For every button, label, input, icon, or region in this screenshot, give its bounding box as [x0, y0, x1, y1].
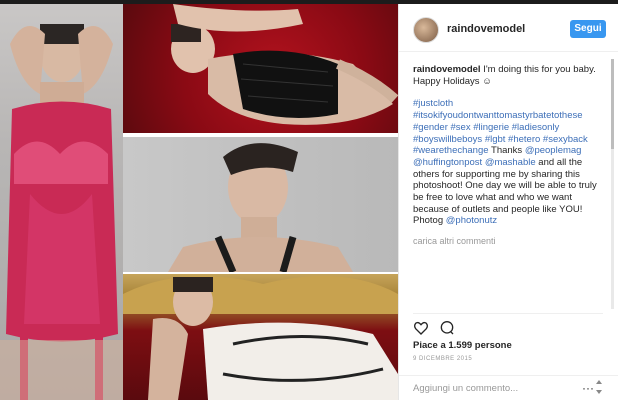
likes-count[interactable]: Piace a 1.599 persone	[413, 340, 512, 351]
scroll-arrows-icon[interactable]	[595, 379, 603, 395]
photo-top-right-black-lingerie	[123, 4, 398, 133]
mention-mashable[interactable]: @mashable	[485, 157, 536, 168]
post-sidebar: raindovemodel Segui raindovemodel I'm do…	[398, 4, 618, 400]
post-actions	[413, 313, 603, 336]
photo-bottom-right-illustration	[123, 276, 398, 400]
photo-left-pink-lingerie	[0, 4, 123, 400]
post-date: 9 DICEMBRE 2015	[413, 356, 473, 362]
caption: raindovemodel I'm doing this for you bab…	[413, 64, 609, 242]
mention-peoplemag[interactable]: @peoplemag	[525, 145, 582, 156]
collage-divider	[123, 133, 398, 137]
scrollbar-thumb[interactable]	[611, 59, 614, 149]
mention-photonutz[interactable]: @photonutz	[446, 215, 497, 226]
collage-divider	[123, 272, 398, 274]
photo-bottom-right-white-slip	[123, 274, 398, 400]
smile-emoji-icon: ☺	[482, 75, 492, 87]
post-header: raindovemodel Segui	[399, 4, 618, 52]
add-comment-bar: ···	[399, 375, 618, 400]
caption-author[interactable]: raindovemodel	[413, 64, 481, 75]
comment-icon[interactable]	[439, 320, 455, 336]
mention-huffingtonpost[interactable]: @huffingtonpost	[413, 157, 482, 168]
comment-input[interactable]	[413, 380, 573, 396]
caption-thanks: Thanks	[491, 145, 523, 157]
photo-middle-right-illustration	[168, 143, 353, 272]
ellipsis-icon[interactable]: ···	[582, 381, 594, 395]
photo-top-right-illustration	[171, 4, 398, 125]
heart-icon[interactable]	[413, 320, 429, 336]
username-link[interactable]: raindovemodel	[447, 23, 525, 35]
avatar[interactable]	[413, 17, 439, 43]
photo-left-illustration	[0, 24, 123, 400]
comments-scrollbar[interactable]	[611, 59, 614, 309]
load-more-comments-link[interactable]: carica altri commenti	[413, 236, 496, 246]
follow-button[interactable]: Segui	[570, 20, 606, 38]
post-image[interactable]	[0, 4, 398, 400]
photo-middle-right-portrait	[123, 137, 398, 272]
